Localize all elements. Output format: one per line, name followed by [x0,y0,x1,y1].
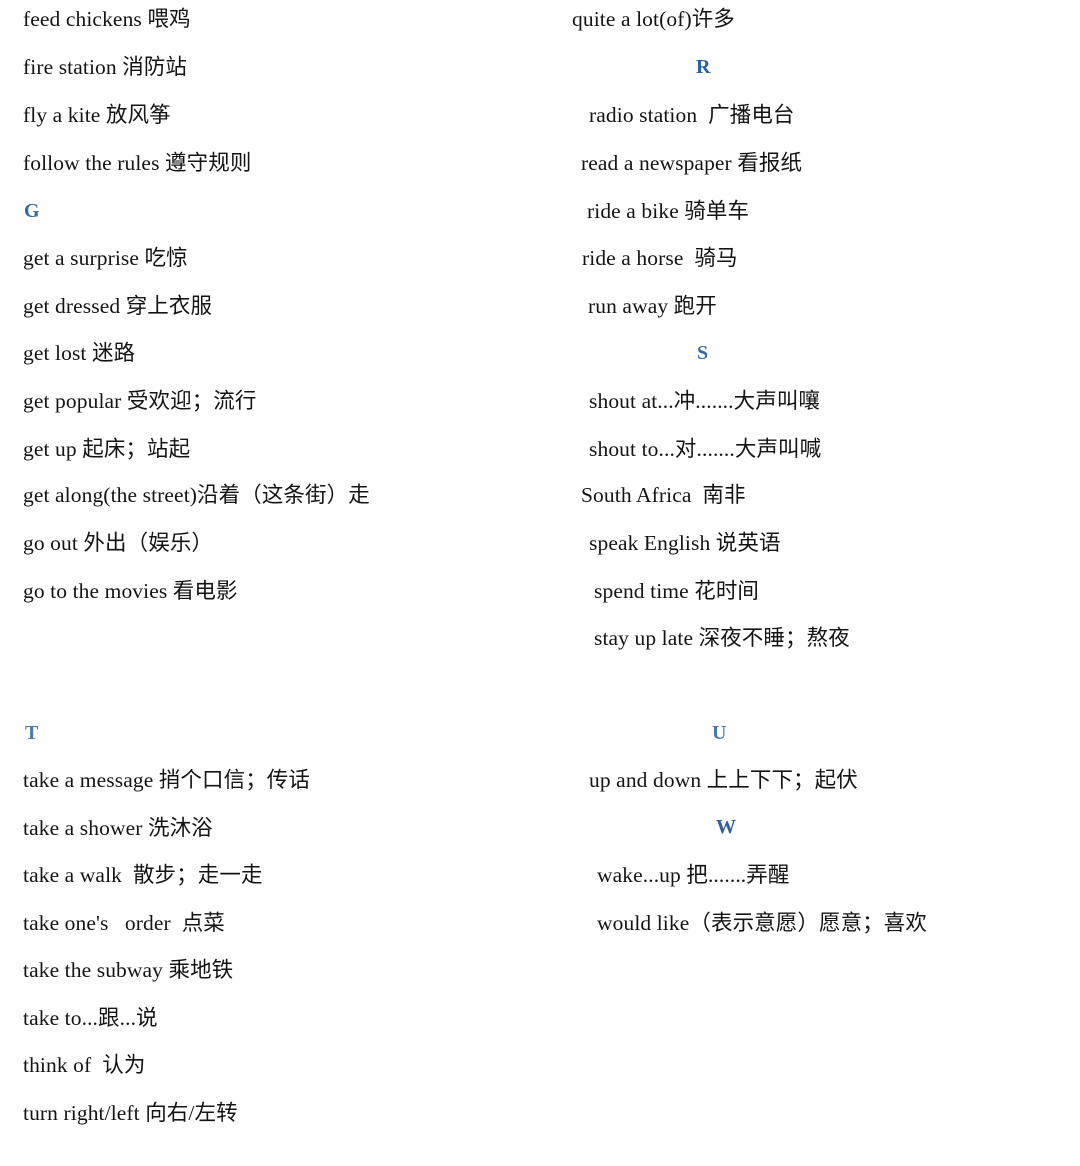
section-heading-t: T [25,722,39,744]
vocab-entry: fire station 消防站 [23,55,188,79]
vocab-entry: quite a lot(of)许多 [572,7,735,31]
vocab-entry: would like（表示意愿）愿意；喜欢 [597,911,927,935]
vocab-entry: go to the movies 看电影 [23,579,238,603]
vocab-entry: take to...跟...说 [23,1006,158,1030]
right-column: quite a lot(of)许多 R radio station 广播电台 r… [540,0,1080,1166]
vocab-entry: ride a bike 骑单车 [587,199,750,223]
vocab-entry: go out 外出（娱乐） [23,531,214,555]
vocab-entry: wake...up 把.......弄醒 [597,863,790,887]
vocab-entry: follow the rules 遵守规则 [23,151,252,175]
vocab-entry: turn right/left 向右/左转 [23,1101,238,1125]
vocab-entry: radio station 广播电台 [589,103,795,127]
vocab-entry: shout to...对.......大声叫喊 [589,437,822,461]
vocab-entry: take one's order 点菜 [23,911,225,935]
vocab-entry: stay up late 深夜不睡；熬夜 [594,626,850,650]
vocab-entry: get lost 迷路 [23,341,136,365]
vocab-entry: take a message 捎个口信；传话 [23,768,311,792]
vocab-entry: take a shower 洗沐浴 [23,816,213,840]
vocab-entry: shout at...冲.......大声叫嚷 [589,389,821,413]
vocab-entry: up and down 上上下下；起伏 [589,768,858,792]
left-column: feed chickens 喂鸡 fire station 消防站 fly a … [0,0,540,1166]
vocab-entry: take a walk 散步；走一走 [23,863,263,887]
vocab-entry: run away 跑开 [588,294,717,318]
vocab-entry: ride a horse 骑马 [582,246,738,270]
vocab-entry: speak English 说英语 [589,531,781,555]
section-heading-u: U [712,722,727,744]
vocab-entry: read a newspaper 看报纸 [581,151,803,175]
section-heading-g: G [24,200,40,222]
vocab-entry: get popular 受欢迎；流行 [23,389,257,413]
vocab-entry: spend time 花时间 [594,579,760,603]
section-heading-w: W [716,816,736,838]
vocab-entry: get along(the street)沿着（这条街）走 [23,483,370,507]
vocab-entry: fly a kite 放风筝 [23,103,171,127]
section-heading-r: R [696,56,711,78]
section-heading-s: S [697,342,709,364]
vocab-entry: feed chickens 喂鸡 [23,7,191,31]
vocab-entry: get up 起床；站起 [23,437,191,461]
vocab-entry: South Africa 南非 [581,483,746,507]
vocab-entry: take the subway 乘地铁 [23,958,234,982]
vocab-entry: get dressed 穿上衣服 [23,294,213,318]
document-page: feed chickens 喂鸡 fire station 消防站 fly a … [0,0,1080,1166]
vocab-entry: get a surprise 吃惊 [23,246,188,270]
vocab-entry: think of 认为 [23,1053,146,1077]
